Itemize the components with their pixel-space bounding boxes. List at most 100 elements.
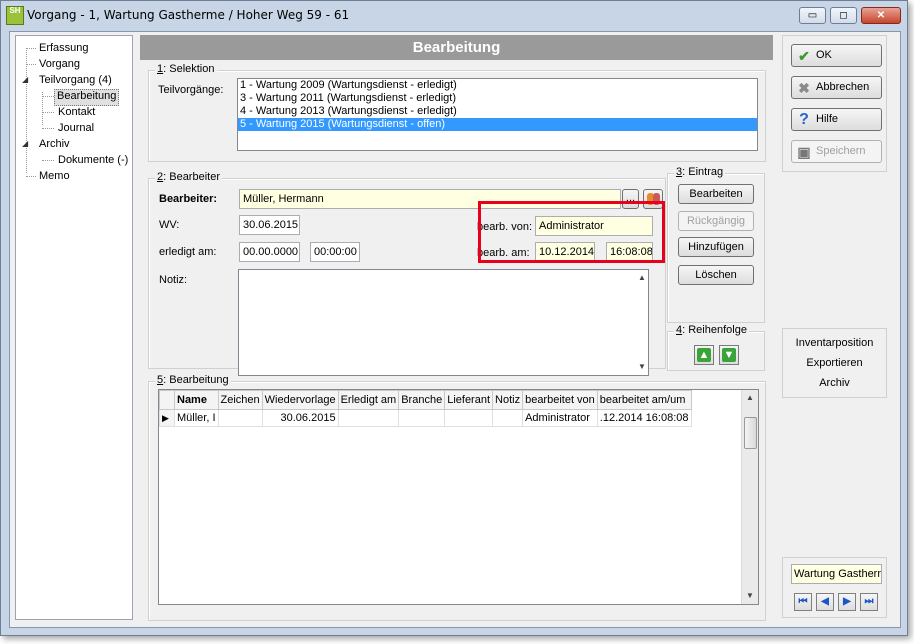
- hilfe-button[interactable]: ? Hilfe: [791, 108, 882, 131]
- scroll-up-icon[interactable]: ▲: [634, 270, 650, 286]
- minimize-button[interactable]: ▭: [799, 7, 826, 24]
- list-item[interactable]: 1 - Wartung 2009 (Wartungsdienst - erled…: [238, 79, 757, 92]
- column-header[interactable]: Erledigt am: [337, 390, 400, 410]
- column-header[interactable]: bearbeitet von: [522, 390, 598, 410]
- scroll-up-icon[interactable]: ▲: [742, 390, 758, 406]
- speichern-label: Speichern: [816, 145, 866, 157]
- prev-record-button[interactable]: ◀: [816, 593, 834, 611]
- eintrag-group: 3: Eintrag Bearbeiten Rückgängig Hinzufü…: [667, 166, 765, 323]
- bearbeiten-button[interactable]: Bearbeiten: [678, 184, 754, 204]
- table-cell[interactable]: 30.06.2015: [261, 409, 339, 427]
- column-header[interactable]: Lieferant: [444, 390, 494, 410]
- ok-button[interactable]: ✔ OK: [791, 44, 882, 67]
- floppy-disk-icon: ▣: [797, 144, 811, 160]
- tree-connector: [26, 64, 36, 65]
- column-header[interactable]: bearbeitet am/um: [596, 390, 692, 410]
- loeschen-button[interactable]: Löschen: [678, 265, 754, 285]
- next-record-button[interactable]: ▶: [838, 593, 856, 611]
- speichern-button[interactable]: ▣ Speichern: [791, 140, 882, 163]
- notiz-textarea[interactable]: ▲ ▼: [238, 269, 649, 376]
- app-icon: SH: [6, 6, 24, 25]
- scroll-thumb[interactable]: [744, 417, 757, 449]
- scroll-down-icon[interactable]: ▼: [634, 359, 650, 375]
- grid-scrollbar[interactable]: ▲ ▼: [741, 390, 758, 604]
- tree-item-archiv[interactable]: Archiv: [37, 137, 72, 152]
- column-header[interactable]: Notiz: [492, 390, 524, 410]
- hilfe-label: Hilfe: [816, 113, 839, 125]
- link-inventarposition[interactable]: Inventarposition: [783, 337, 886, 349]
- table-cell[interactable]: .12.2014 16:08:08: [596, 409, 692, 427]
- erledigt-time-field[interactable]: 00:00:00: [310, 242, 360, 262]
- hinzufuegen-button[interactable]: Hinzufügen: [678, 237, 754, 257]
- notiz-scrollbar[interactable]: ▲ ▼: [634, 270, 648, 375]
- link-archiv[interactable]: Archiv: [783, 377, 886, 389]
- last-record-button[interactable]: ⏭: [860, 593, 878, 611]
- links-box: Inventarposition Exportieren Archiv: [782, 328, 887, 398]
- table-cell[interactable]: [444, 409, 494, 427]
- column-header[interactable]: Zeichen: [217, 390, 263, 410]
- column-header[interactable]: Name: [174, 390, 219, 410]
- tree-item-bearbeitung[interactable]: Bearbeitung: [54, 89, 120, 106]
- tree-item-kontakt[interactable]: Kontakt: [56, 105, 97, 120]
- tree-connector: [26, 48, 36, 49]
- scroll-down-icon[interactable]: ▼: [742, 588, 758, 604]
- wv-field[interactable]: 30.06.2015: [239, 215, 300, 235]
- bearbeitung-group-title: 5: Bearbeitung: [155, 374, 231, 386]
- notiz-label: Notiz:: [159, 274, 188, 286]
- window-title: Vorgang - 1, Wartung Gastherme / Hoher W…: [27, 8, 350, 22]
- table-cell[interactable]: Administrator: [522, 409, 598, 427]
- tree-connector: [42, 160, 54, 161]
- title-bar[interactable]: SH Vorgang - 1, Wartung Gastherme / Hohe…: [1, 1, 907, 29]
- maximize-button[interactable]: ◻: [830, 7, 857, 24]
- bearbeiter-group-title: 2: Bearbeiter: [155, 171, 222, 183]
- tree-item-dokumente[interactable]: Dokumente (-): [56, 153, 130, 168]
- move-up-button[interactable]: ▲: [694, 345, 714, 365]
- table-cell[interactable]: [492, 409, 524, 427]
- tree-connector: [42, 112, 54, 113]
- abbrechen-label: Abbrechen: [816, 81, 870, 93]
- first-record-button[interactable]: ⏮: [794, 593, 812, 611]
- link-exportieren[interactable]: Exportieren: [783, 357, 886, 369]
- move-down-button[interactable]: ▼: [719, 345, 739, 365]
- column-header[interactable]: Branche: [398, 390, 446, 410]
- arrow-down-icon: ▼: [722, 348, 736, 362]
- tree-item-erfassung[interactable]: Erfassung: [37, 41, 91, 56]
- selektion-group: 1: Selektion Teilvorgänge: 1 - Wartung 2…: [148, 63, 766, 162]
- list-item[interactable]: 4 - Wartung 2013 (Wartungsdienst - erled…: [238, 105, 757, 118]
- teilvorgaenge-list[interactable]: 1 - Wartung 2009 (Wartungsdienst - erled…: [237, 78, 758, 151]
- tree-item-memo[interactable]: Memo: [37, 169, 72, 184]
- rueckgaengig-button[interactable]: Rückgängig: [678, 211, 754, 231]
- tree-item-vorgang[interactable]: Vorgang: [37, 57, 82, 72]
- wv-label: WV:: [159, 219, 180, 231]
- column-header[interactable]: Wiedervorlage: [261, 390, 339, 410]
- cancel-x-icon: ✖: [798, 80, 810, 96]
- tree-item-teilvorgang[interactable]: Teilvorgang (4): [37, 73, 114, 88]
- eintrag-group-title: 3: Eintrag: [674, 166, 726, 178]
- highlight-box: [478, 201, 665, 263]
- reihenfolge-group-title: 4: Reihenfolge: [674, 324, 749, 336]
- table-row[interactable]: ▶ Müller, I 30.06.2015 Administrator .12…: [159, 409, 692, 427]
- table-cell[interactable]: [337, 409, 400, 427]
- help-question-icon: ?: [799, 111, 809, 128]
- bearbeitung-grid[interactable]: Name Zeichen Wiedervorlage Erledigt am B…: [158, 389, 759, 605]
- list-item[interactable]: 3 - Wartung 2011 (Wartungsdienst - erled…: [238, 92, 757, 105]
- close-button[interactable]: ✕: [861, 7, 901, 24]
- teilvorgaenge-label: Teilvorgänge:: [158, 84, 224, 96]
- erledigt-date-field[interactable]: 00.00.0000: [239, 242, 300, 262]
- table-cell[interactable]: Müller, I: [174, 409, 219, 427]
- table-cell[interactable]: [398, 409, 446, 427]
- client-area: Erfassung Vorgang ◢ Teilvorgang (4) Bear…: [9, 31, 901, 628]
- erledigt-label: erledigt am:: [159, 246, 217, 258]
- tree-connector: [26, 176, 36, 177]
- table-cell[interactable]: [217, 409, 263, 427]
- tree-connector: [26, 48, 27, 173]
- list-item-selected[interactable]: 5 - Wartung 2015 (Wartungsdienst - offen…: [238, 118, 757, 131]
- action-buttons-box: ✔ OK ✖ Abbrechen ? Hilfe ▣ Speichern: [782, 35, 887, 172]
- page-title: Bearbeitung: [140, 35, 773, 60]
- action-panel: ✔ OK ✖ Abbrechen ? Hilfe ▣ Speichern Inventa…: [782, 35, 887, 620]
- collapse-arrow-icon[interactable]: ◢: [22, 75, 28, 84]
- arrow-up-icon: ▲: [697, 348, 711, 362]
- abbrechen-button[interactable]: ✖ Abbrechen: [791, 76, 882, 99]
- collapse-arrow-icon[interactable]: ◢: [22, 139, 28, 148]
- tree-item-journal[interactable]: Journal: [56, 121, 96, 136]
